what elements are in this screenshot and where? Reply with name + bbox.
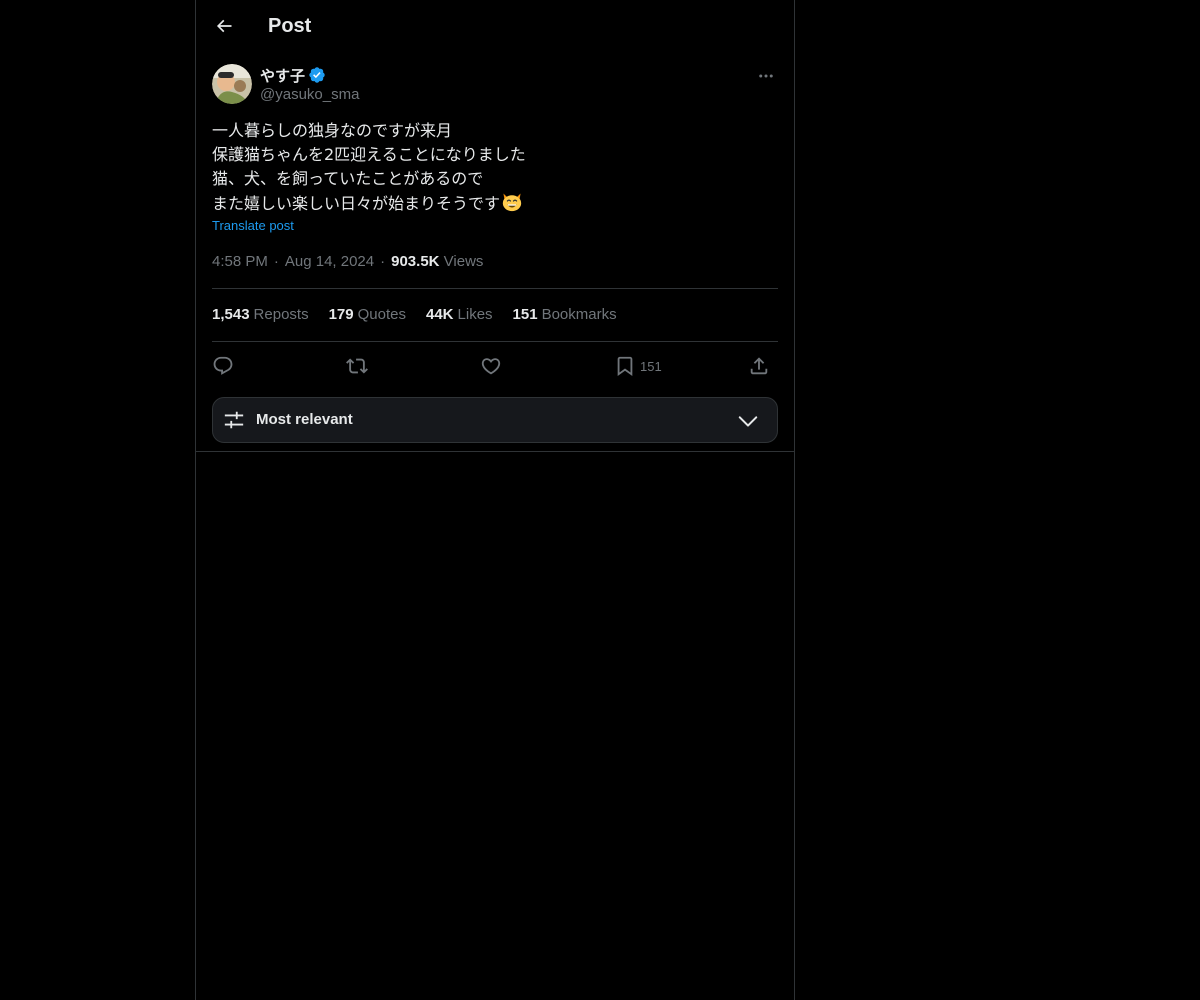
heart-icon [481,358,501,375]
stat-count: 1,543 [212,306,250,323]
sort-label: Most relevant [256,411,353,428]
avatar[interactable] [212,64,252,104]
likes-stat[interactable]: 44K Likes [426,306,493,323]
like-button[interactable] [480,352,502,380]
handle[interactable]: @yasuko_sma [260,86,359,103]
post-text: 一人暮らしの独身なのですが来月 保護猫ちゃんを2匹迎えることになりました 猫、犬… [212,119,778,220]
post-column: Post やす子 @yasuko_sma 一人暮らしの独身なのですが来月 保護猫… [195,0,795,1000]
stat-count: 179 [328,306,354,323]
reposts-stat[interactable]: 1,543 Reposts [212,306,309,323]
post-stats: 1,543 Reposts 179 Quotes 44K Likes 151 Bookm… [212,306,637,323]
post-meta: 4:58 PM · Aug 14, 2024 · 903.5K Views [212,253,483,270]
meta-separator: · [380,253,386,270]
stat-label: Likes [457,306,493,323]
verified-badge-icon [308,66,326,84]
bookmark-button[interactable]: 151 [614,352,662,380]
post-author: やす子 @yasuko_sma [212,64,778,108]
quotes-stat[interactable]: 179 Quotes [329,306,406,323]
bookmark-icon [617,356,633,377]
divider [212,341,778,342]
display-name[interactable]: やす子 [260,65,305,86]
post-header: Post [196,0,794,53]
reply-icon [213,356,233,375]
meta-separator: · [273,253,279,270]
back-button[interactable] [208,10,240,42]
stat-count: 151 [512,306,538,323]
views-count: 903.5K [391,253,440,270]
arrow-left-icon [216,19,232,33]
divider [212,288,778,289]
translate-post-link[interactable]: Translate post [212,218,294,233]
share-icon [750,357,768,375]
page-title: Post [268,15,312,37]
share-button[interactable] [748,352,770,380]
more-horizontal-icon [759,74,773,78]
repost-icon [346,358,368,374]
post-actions: 151 [212,352,778,380]
more-button[interactable] [754,64,778,88]
chevron-down-icon [738,416,758,427]
stat-count: 44K [425,306,454,323]
reply-button[interactable] [212,352,234,380]
post-line: また嬉しい楽しい日々が始まりそうです [212,194,501,213]
stat-label: Bookmarks [541,306,617,323]
section-divider [196,451,794,452]
post-line: 一人暮らしの独身なのですが来月 [212,121,453,140]
bookmarks-stat[interactable]: 151 Bookmarks [513,306,617,323]
sort-replies-dropdown[interactable]: Most relevant [212,397,778,443]
stat-label: Quotes [357,306,406,323]
bookmark-count: 151 [640,358,662,374]
grinning-cat-emoji-icon [501,191,523,220]
sliders-icon [224,411,244,429]
post-time[interactable]: 4:58 PM [212,253,268,270]
post-date[interactable]: Aug 14, 2024 [285,253,374,270]
views-label: Views [443,253,484,270]
post-line: 猫、犬、を飼っていたことがあるので [212,169,484,188]
stat-label: Reposts [253,306,309,323]
post-line: 保護猫ちゃんを2匹迎えることになりました [212,145,526,164]
repost-button[interactable] [346,352,368,380]
